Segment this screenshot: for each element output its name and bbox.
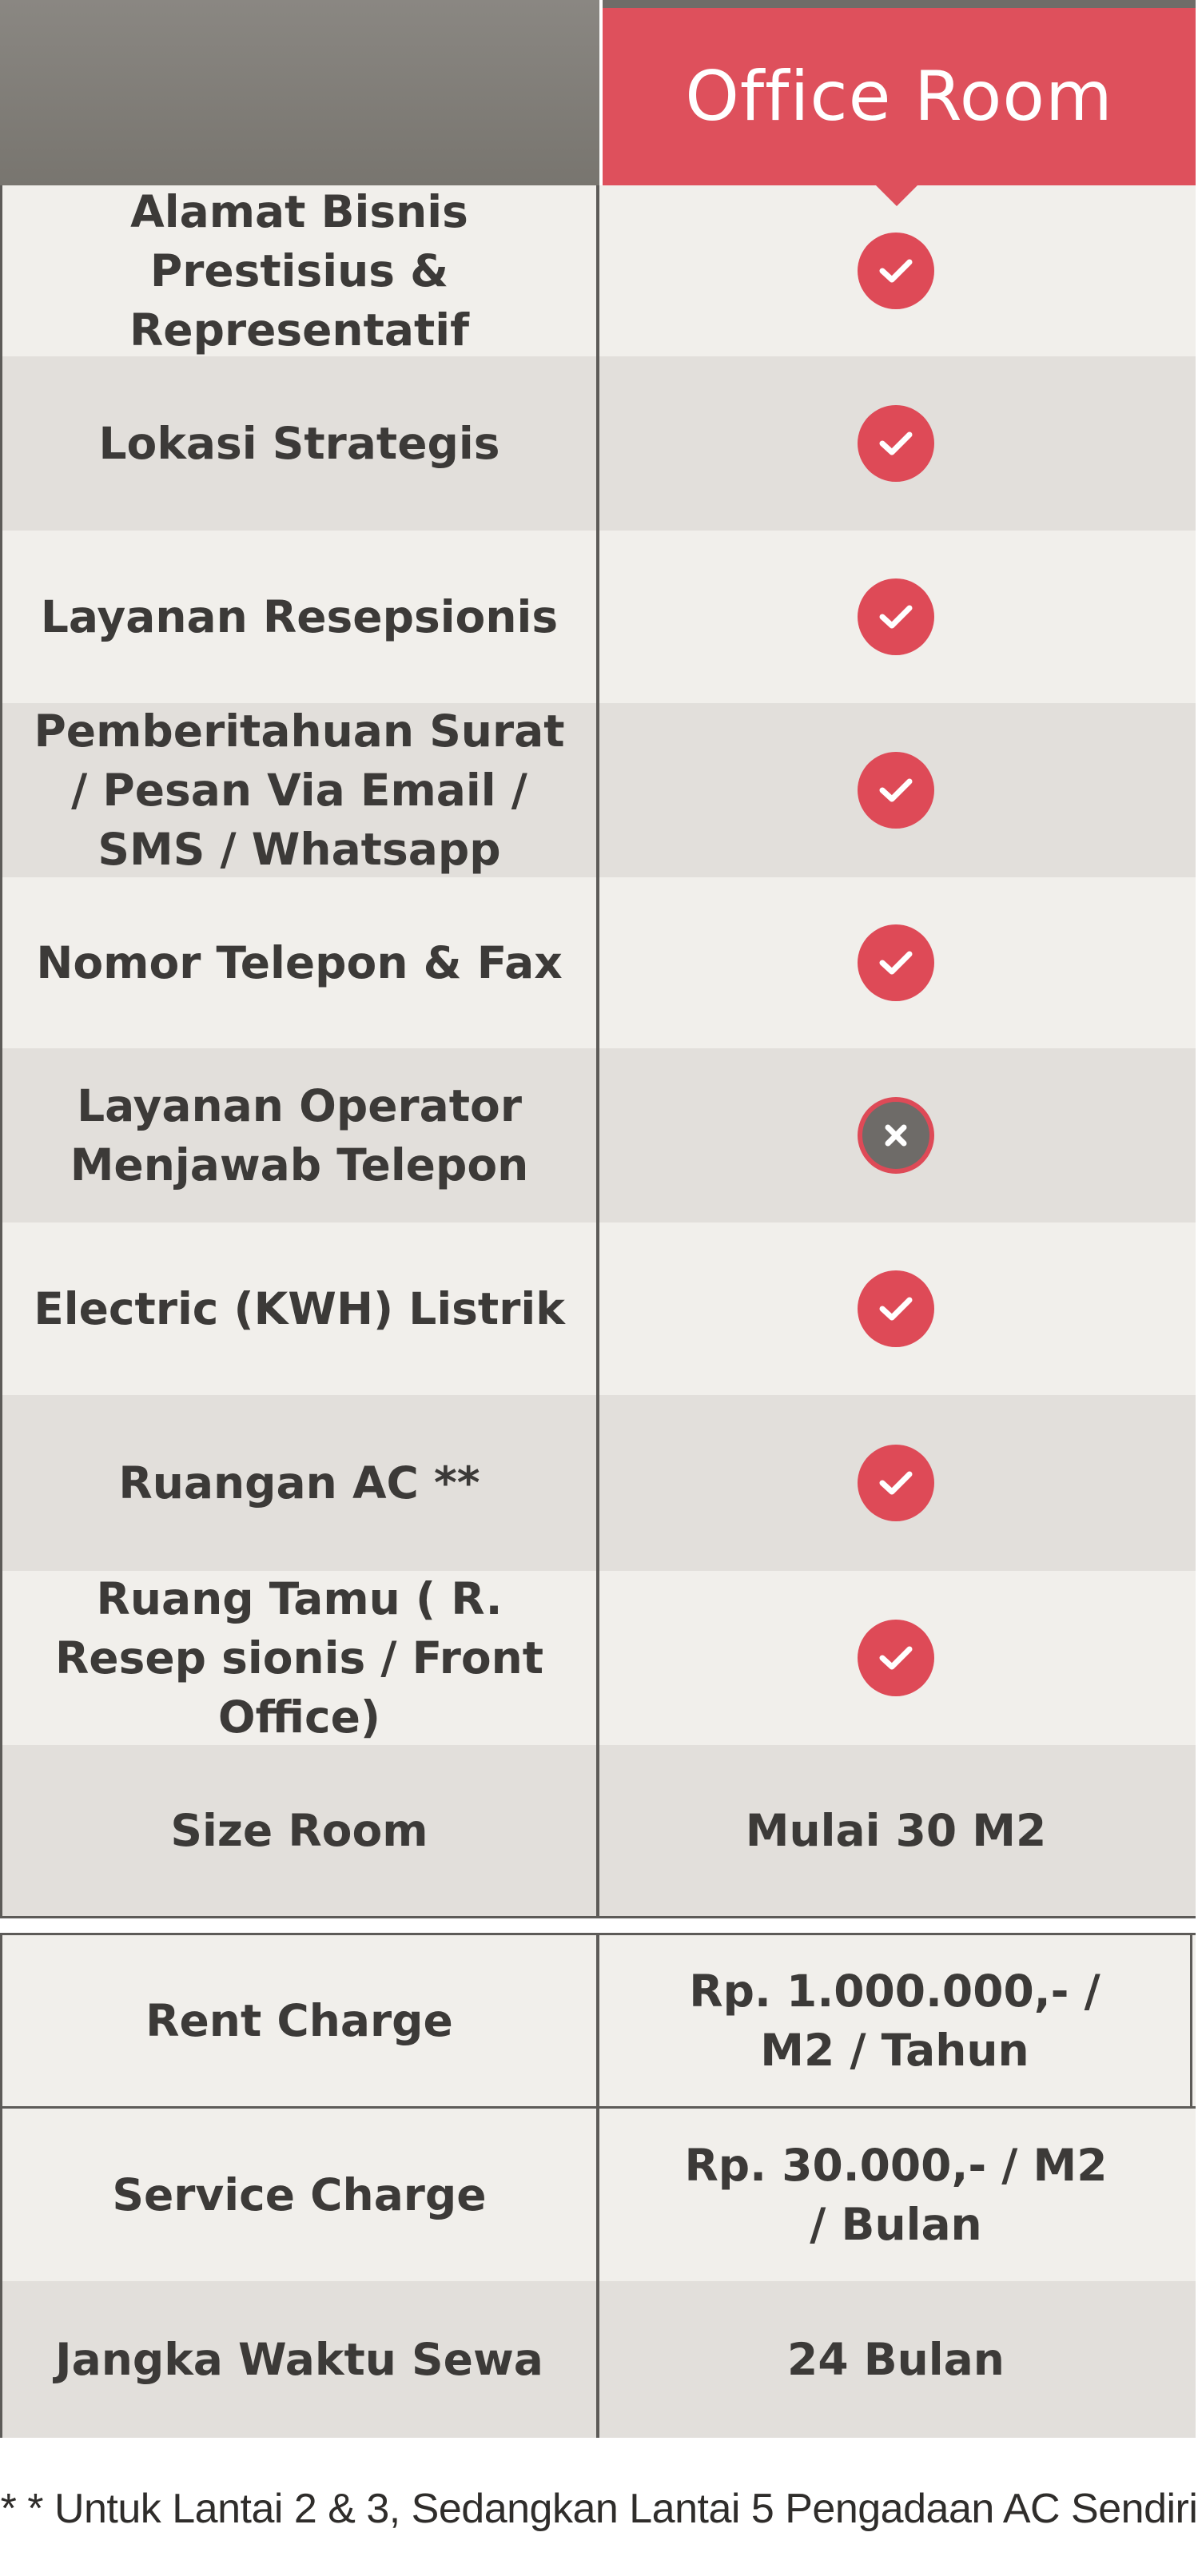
row-value	[599, 877, 1192, 1048]
row-value	[599, 1395, 1192, 1571]
table-header: Office Room	[0, 0, 1196, 206]
row-label: Nomor Telepon & Fax	[2, 877, 599, 1048]
table-row-listrik: Electric (KWH) Listrik	[0, 1222, 1196, 1395]
row-value	[599, 1048, 1192, 1222]
check-icon	[858, 578, 934, 655]
row-value	[599, 703, 1192, 877]
table-row-resepsionis: Layanan Resepsionis	[0, 531, 1196, 703]
check-icon	[858, 924, 934, 1001]
header-pointer-arrow	[873, 182, 921, 206]
table-row-telepon: Nomor Telepon & Fax	[0, 877, 1196, 1048]
row-label: Lokasi Strategis	[2, 356, 599, 531]
comparison-table: Office Room Alamat Bisnis Prestisius & R…	[0, 0, 1196, 2438]
table-row-pemberitahuan: Pemberitahuan Surat / Pesan Via Email / …	[0, 703, 1196, 877]
row-label: Layanan Resepsionis	[2, 531, 599, 703]
row-label: Layanan Operator Menjawab Telepon	[2, 1048, 599, 1222]
row-label: Electric (KWH) Listrik	[2, 1222, 599, 1395]
table-row-lokasi: Lokasi Strategis	[0, 356, 1196, 531]
header-title-cell: Office Room	[603, 8, 1196, 185]
row-label: Pemberitahuan Surat / Pesan Via Email / …	[2, 703, 599, 877]
table-row-service-charge: Service Charge Rp. 30.000,- / M2 / Bulan	[0, 2109, 1196, 2281]
row-label: Ruangan AC **	[2, 1395, 599, 1571]
table-row-rent-charge: Rent Charge Rp. 1.000.000,- / M2 / Tahun	[0, 1933, 1196, 2109]
check-icon	[858, 233, 934, 309]
row-label: Jangka Waktu Sewa	[2, 2281, 599, 2438]
check-icon	[858, 405, 934, 482]
footnote: * * Untuk Lantai 2 & 3, Sedangkan Lantai…	[0, 2486, 1198, 2532]
row-label: Rent Charge	[2, 1935, 599, 2106]
row-value	[599, 185, 1192, 356]
cross-icon	[858, 1097, 934, 1174]
column-title: Office Room	[685, 57, 1113, 137]
row-value: Rp. 1.000.000,- / M2 / Tahun	[599, 1935, 1192, 2106]
row-label: Alamat Bisnis Prestisius & Representatif	[2, 185, 599, 356]
table-row-size-room: Size Room Mulai 30 M2	[0, 1745, 1196, 1918]
header-empty-cell	[0, 0, 599, 185]
row-value: Rp. 30.000,- / M2 / Bulan	[684, 2140, 1108, 2250]
table-row-operator: Layanan Operator Menjawab Telepon	[0, 1048, 1196, 1222]
row-value	[599, 1222, 1192, 1395]
row-label: Ruang Tamu ( R. Resep sionis / Front Off…	[2, 1571, 599, 1745]
table-row-jangka-waktu: Jangka Waktu Sewa 24 Bulan	[0, 2281, 1196, 2438]
table-row-alamat: Alamat Bisnis Prestisius & Representatif	[0, 185, 1196, 356]
row-value: 24 Bulan	[787, 2334, 1005, 2385]
check-icon	[858, 1620, 934, 1696]
header-top-line	[603, 0, 1196, 8]
table-row-ruang-tamu: Ruang Tamu ( R. Resep sionis / Front Off…	[0, 1571, 1196, 1745]
check-icon	[858, 1445, 934, 1521]
row-value	[599, 1571, 1192, 1745]
row-label: Service Charge	[2, 2109, 599, 2281]
check-icon	[858, 752, 934, 829]
row-value	[599, 356, 1192, 531]
row-spacer	[0, 1918, 1196, 1933]
table-row-ac: Ruangan AC **	[0, 1395, 1196, 1571]
row-label: Size Room	[2, 1745, 599, 1916]
row-value	[599, 531, 1192, 703]
check-icon	[858, 1270, 934, 1347]
row-value: Mulai 30 M2	[745, 1805, 1047, 1856]
